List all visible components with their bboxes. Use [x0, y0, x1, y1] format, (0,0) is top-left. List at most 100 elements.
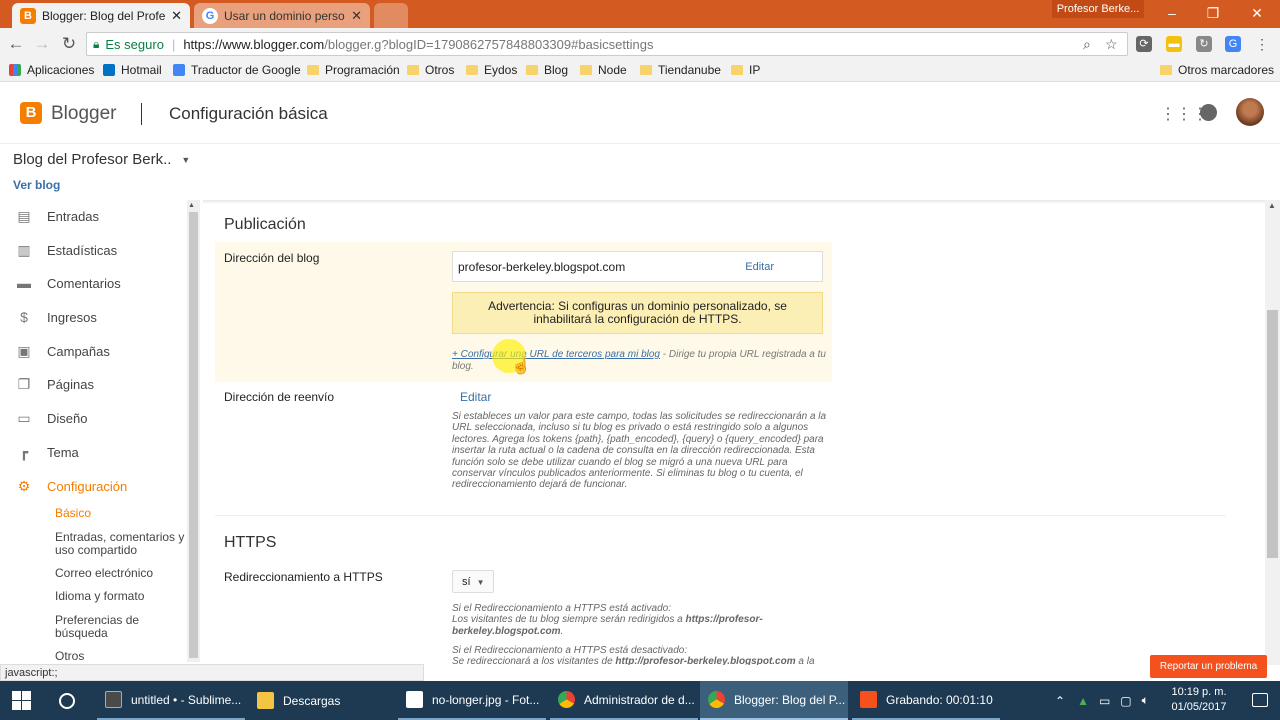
zoom-icon[interactable]: ⌕ [1083, 36, 1091, 53]
subnav-otros[interactable]: Otros [55, 650, 185, 663]
edit-address-button[interactable]: Editar [745, 261, 774, 273]
hotmail-icon [103, 64, 115, 76]
folder-icon [1160, 65, 1172, 75]
cortana-icon[interactable] [59, 693, 75, 709]
taskbar-sublime[interactable]: untitled • - Sublime... [97, 681, 245, 720]
sidebar-scroll-thumb[interactable] [189, 212, 198, 658]
new-tab-button[interactable] [374, 3, 408, 28]
report-problem-button[interactable]: Reportar un problema [1150, 655, 1267, 678]
layout-icon: ▭ [17, 410, 31, 426]
https-on-help: Si el Redireccionamiento a HTTPS está ac… [452, 603, 763, 637]
maximize-icon[interactable]: ❐ [1198, 2, 1228, 24]
scroll-up-icon[interactable]: ▲ [1268, 201, 1276, 210]
sidebar-item-ingresos[interactable]: $ Ingresos [0, 303, 186, 331]
bookmark-otros[interactable]: Otros [407, 63, 454, 77]
comments-icon: ▬ [17, 275, 31, 291]
blog-selector[interactable]: Blog del Profesor Berk.. ▼ [13, 151, 190, 168]
view-blog-link[interactable]: Ver blog [13, 178, 60, 192]
scroll-up-icon[interactable]: ▲ [188, 202, 195, 209]
tab-custom-domain[interactable]: G Usar un dominio personalizado ✕ [194, 3, 370, 28]
sidebar-item-paginas[interactable]: ❐ Páginas [0, 370, 186, 398]
profile-button[interactable]: Profesor Berke... [1052, 0, 1144, 18]
taskbar-chrome-blogger[interactable]: Blogger: Blog del P... [700, 681, 848, 720]
extension-icon[interactable]: ↻ [1196, 36, 1212, 52]
chrome-icon [558, 691, 575, 708]
bookmark-node[interactable]: Node [580, 63, 627, 77]
subnav-preferencias[interactable]: Preferencias de búsqueda [55, 614, 185, 640]
bookmark-eydos[interactable]: Eydos [466, 63, 517, 77]
page-title: Configuración básica [169, 104, 328, 123]
taskbar-chrome-admin[interactable]: Administrador de d... [550, 681, 698, 720]
custom-url-link[interactable]: + Configurar una URL de terceros para mi… [452, 349, 660, 360]
folder-icon [466, 65, 478, 75]
bookmark-apps[interactable]: Aplicaciones [9, 63, 94, 77]
hand-cursor-icon: ☝ [511, 358, 531, 375]
chevron-up-icon[interactable]: ⌃ [1055, 694, 1065, 708]
blogger-logo-icon[interactable]: B [20, 102, 42, 124]
https-redirect-label: Redireccionamiento a HTTPS [224, 570, 383, 584]
sidebar-item-estadisticas[interactable]: ▥ Estadísticas [0, 236, 186, 264]
sidebar-item-configuracion[interactable]: ⚙ Configuración [0, 472, 186, 500]
sidebar-item-entradas[interactable]: ▤ Entradas [0, 202, 186, 230]
minimize-icon[interactable]: – [1157, 2, 1187, 24]
drive-icon[interactable]: ▲ [1077, 694, 1089, 708]
tab-blogger[interactable]: B Blogger: Blog del Profesor Berkeley ✕ [12, 3, 190, 28]
bookmark-tiendanube[interactable]: Tiendanube [640, 63, 721, 77]
google-icon: G [202, 7, 218, 24]
window-close-icon[interactable]: ✕ [1242, 2, 1272, 24]
chrome-icon [708, 691, 725, 708]
app-name[interactable]: Blogger [51, 103, 117, 125]
edit-redirect-button[interactable]: Editar [460, 390, 491, 404]
close-icon[interactable]: ✕ [351, 8, 362, 24]
menu-icon[interactable]: ⋮ [1254, 36, 1270, 52]
pages-icon: ❐ [17, 376, 31, 392]
bookmark-blog[interactable]: Blog [526, 63, 568, 77]
reload-icon[interactable]: ↻ [58, 33, 80, 55]
volume-icon[interactable]: 🔈︎ [1142, 693, 1149, 708]
bookmark-programacion[interactable]: Programación [307, 63, 400, 77]
avatar[interactable] [1236, 98, 1264, 126]
translate-icon [173, 64, 185, 76]
extension-icon[interactable]: ▬ [1166, 36, 1182, 52]
translate-icon[interactable]: G [1225, 36, 1241, 52]
settings-content: Publicación Dirección del blog profesor-… [203, 200, 1265, 665]
address-bar[interactable]: 🔒︎ Es seguro | https://www.blogger.com/b… [86, 32, 1128, 56]
folder-icon [580, 65, 592, 75]
windows-start-icon[interactable] [12, 691, 31, 710]
bookmark-other[interactable]: Otros marcadores [1160, 63, 1274, 77]
bookmark-ip[interactable]: IP [731, 63, 760, 77]
taskbar-recording[interactable]: Grabando: 00:01:10 [852, 681, 1000, 720]
close-icon[interactable]: ✕ [171, 8, 182, 24]
subnav-correo[interactable]: Correo electrónico [55, 567, 185, 580]
lock-icon: 🔒︎ [93, 36, 100, 51]
system-tray: ⌃ ▲ ▭ ▢ 🔈︎ [1055, 681, 1149, 720]
https-redirect-select[interactable]: sí ▼ [452, 570, 494, 593]
clock[interactable]: 10:19 p. m. 01/05/2017 [1168, 685, 1230, 715]
photos-icon [406, 691, 423, 708]
taskbar-photos[interactable]: no-longer.jpg - Fot... [398, 681, 546, 720]
taskbar-descargas[interactable]: Descargas [249, 681, 394, 720]
back-icon[interactable]: ← [5, 33, 27, 55]
sidebar-item-comentarios[interactable]: ▬ Comentarios [0, 269, 186, 297]
subnav-basico[interactable]: Básico [55, 507, 185, 520]
network-icon[interactable]: ▢ [1120, 694, 1131, 708]
action-center-icon[interactable] [1252, 693, 1268, 707]
sidebar: ▤ Entradas ▥ Estadísticas ▬ Comentarios $ In… [0, 200, 200, 662]
sidebar-item-tema[interactable]: ┏ Tema [0, 438, 186, 466]
bookmark-hotmail[interactable]: Hotmail [103, 63, 162, 77]
sublime-icon [105, 691, 122, 708]
redirect-label: Dirección de reenvío [224, 390, 335, 404]
https-warning: Advertencia: Si configuras un dominio pe… [452, 292, 823, 334]
sidebar-item-diseno[interactable]: ▭ Diseño [0, 404, 186, 432]
top-shadow [203, 200, 1265, 204]
subnav-idioma[interactable]: Idioma y formato [55, 590, 185, 603]
extension-icon[interactable]: ⟳ [1136, 36, 1152, 52]
battery-icon[interactable]: ▭ [1099, 694, 1110, 708]
forward-icon[interactable]: → [31, 33, 53, 55]
bookmark-translate[interactable]: Traductor de Google [173, 63, 301, 77]
notifications-icon[interactable] [1200, 104, 1217, 121]
star-icon[interactable]: ☆ [1105, 36, 1118, 53]
page-scroll-thumb[interactable] [1267, 310, 1278, 558]
sidebar-item-campanas[interactable]: ▣ Campañas [0, 337, 186, 365]
subnav-entradas-comentarios[interactable]: Entradas, comentarios y uso compartido [55, 531, 185, 557]
